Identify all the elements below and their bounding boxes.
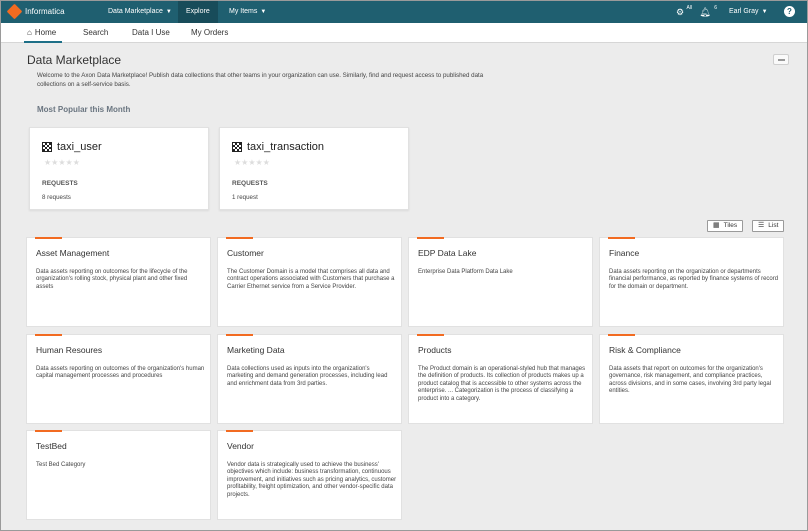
card-title: TestBed: [36, 441, 67, 451]
bell-icon[interactable]: 🔔︎ 6: [698, 5, 717, 19]
requests-count: 8 requests: [42, 194, 71, 201]
nav-label: My Items: [229, 8, 258, 15]
data-collection-icon: [232, 142, 242, 152]
card-title: Asset Management: [36, 248, 110, 258]
rating-stars: ★★★★★: [44, 158, 80, 167]
card-title: taxi_transaction: [247, 141, 325, 153]
notifications-badge: All: [686, 5, 692, 11]
help-icon[interactable]: ?: [784, 6, 795, 17]
domain-card-risk-compliance[interactable]: Risk & Compliance Data assets that repor…: [599, 334, 784, 424]
card-title: EDP Data Lake: [418, 248, 477, 258]
card-description: The Product domain is an operational-sty…: [418, 366, 586, 402]
card-accent: [417, 334, 444, 336]
domain-card-vendor[interactable]: Vendor Vendor data is strategically used…: [217, 430, 402, 520]
brand-name: Informatica: [25, 7, 65, 16]
card-accent: [226, 334, 253, 336]
user-menu[interactable]: Earl Gray ▼: [721, 1, 776, 23]
domain-card-human-resources[interactable]: Human Resoures Data assets reporting on …: [26, 334, 211, 424]
popular-card-taxi-user[interactable]: taxi_user ★★★★★ REQUESTS 8 requests: [29, 127, 209, 210]
card-title: Vendor: [227, 441, 254, 451]
card-description: Test Bed Category: [36, 462, 86, 468]
card-accent: [35, 430, 62, 432]
tab-label: Data I Use: [132, 28, 170, 37]
card-description: Data assets reporting on outcomes of the…: [36, 366, 205, 380]
list-view-button[interactable]: ☰ List: [752, 220, 785, 232]
card-title: Finance: [609, 248, 640, 258]
domain-card-asset-management[interactable]: Asset Management Data assets reporting o…: [26, 237, 211, 327]
card-accent: [35, 237, 62, 239]
domain-card-customer[interactable]: Customer The Customer Domain is a model …: [217, 237, 402, 327]
chevron-down-icon: ▼: [260, 9, 267, 15]
tiles-label: Tiles: [723, 222, 738, 229]
card-accent: [226, 237, 253, 239]
informatica-logo-icon: [6, 3, 23, 20]
chevron-down-icon: ▼: [761, 9, 768, 15]
card-title: taxi_user: [57, 141, 102, 153]
notifications-icon[interactable]: ⚙ All: [673, 5, 692, 19]
brand[interactable]: Informatica: [6, 3, 65, 20]
requests-label: REQUESTS: [42, 180, 78, 187]
collapse-button[interactable]: [773, 54, 789, 65]
list-icon: ☰: [758, 222, 765, 229]
card-description: The Customer Domain is a model that comp…: [227, 269, 395, 290]
tab-label: Home: [34, 28, 57, 37]
card-title: Human Resoures: [36, 345, 103, 355]
tab-bar: ⌂ Home Search Data I Use My Orders: [1, 23, 807, 43]
rating-stars: ★★★★★: [234, 158, 270, 167]
grid-icon: ▦: [713, 222, 720, 229]
most-popular-heading: Most Popular this Month: [37, 105, 131, 114]
intro-text: Welcome to the Axon Data Marketplace! Pu…: [37, 72, 484, 88]
domain-card-finance[interactable]: Finance Data assets reporting on the org…: [599, 237, 784, 327]
card-description: Data assets reporting on the organizatio…: [609, 269, 779, 290]
card-accent: [35, 334, 62, 336]
domain-card-marketing-data[interactable]: Marketing Data Data collections used as …: [217, 334, 402, 424]
page-title: Data Marketplace: [27, 53, 122, 67]
card-accent: [608, 237, 635, 239]
card-description: Vendor data is strategically used to ach…: [227, 462, 397, 498]
card-accent: [608, 334, 635, 336]
home-icon: ⌂: [27, 28, 32, 37]
tab-home[interactable]: ⌂ Home: [24, 23, 62, 43]
domain-card-edp-data-lake[interactable]: EDP Data Lake Enterprise Data Platform D…: [408, 237, 593, 327]
popular-card-taxi-transaction[interactable]: taxi_transaction ★★★★★ REQUESTS 1 reques…: [219, 127, 409, 210]
tab-label: Search: [83, 28, 109, 37]
requests-count: 1 request: [232, 194, 258, 201]
card-description: Data assets that report on outcomes for …: [609, 366, 772, 395]
tab-label: My Orders: [191, 28, 229, 37]
top-nav-bar: Informatica Data Marketplace ▼ Explore My…: [1, 1, 807, 23]
user-name: Earl Gray: [729, 8, 759, 15]
list-label: List: [768, 222, 779, 229]
card-description: Data assets reporting on outcomes for th…: [36, 269, 188, 290]
domain-card-products[interactable]: Products The Product domain is an operat…: [408, 334, 593, 424]
domain-card-testbed[interactable]: TestBed Test Bed Category: [26, 430, 211, 520]
card-accent: [226, 430, 253, 432]
requests-label: REQUESTS: [232, 180, 268, 187]
data-collection-icon: [42, 142, 52, 152]
nav-data-marketplace[interactable]: Data Marketplace ▼: [100, 1, 180, 23]
nav-explore[interactable]: Explore: [178, 1, 218, 23]
alerts-badge: 6: [714, 5, 717, 11]
tab-data-i-use[interactable]: Data I Use: [132, 23, 170, 43]
card-description: Data collections used as inputs into the…: [227, 366, 388, 387]
chevron-down-icon: ▼: [165, 9, 172, 15]
card-title: Customer: [227, 248, 264, 258]
card-title: Products: [418, 345, 452, 355]
nav-label: Data Marketplace: [108, 8, 163, 15]
nav-label: Explore: [186, 8, 210, 15]
card-description: Enterprise Data Platform Data Lake: [418, 269, 513, 275]
card-accent: [417, 237, 444, 239]
tiles-view-button[interactable]: ▦ Tiles: [707, 220, 744, 232]
card-title: Risk & Compliance: [609, 345, 681, 355]
tab-search[interactable]: Search: [83, 23, 108, 43]
card-title: Marketing Data: [227, 345, 285, 355]
tab-my-orders[interactable]: My Orders: [191, 23, 228, 43]
nav-my-items[interactable]: My Items ▼: [221, 1, 274, 23]
